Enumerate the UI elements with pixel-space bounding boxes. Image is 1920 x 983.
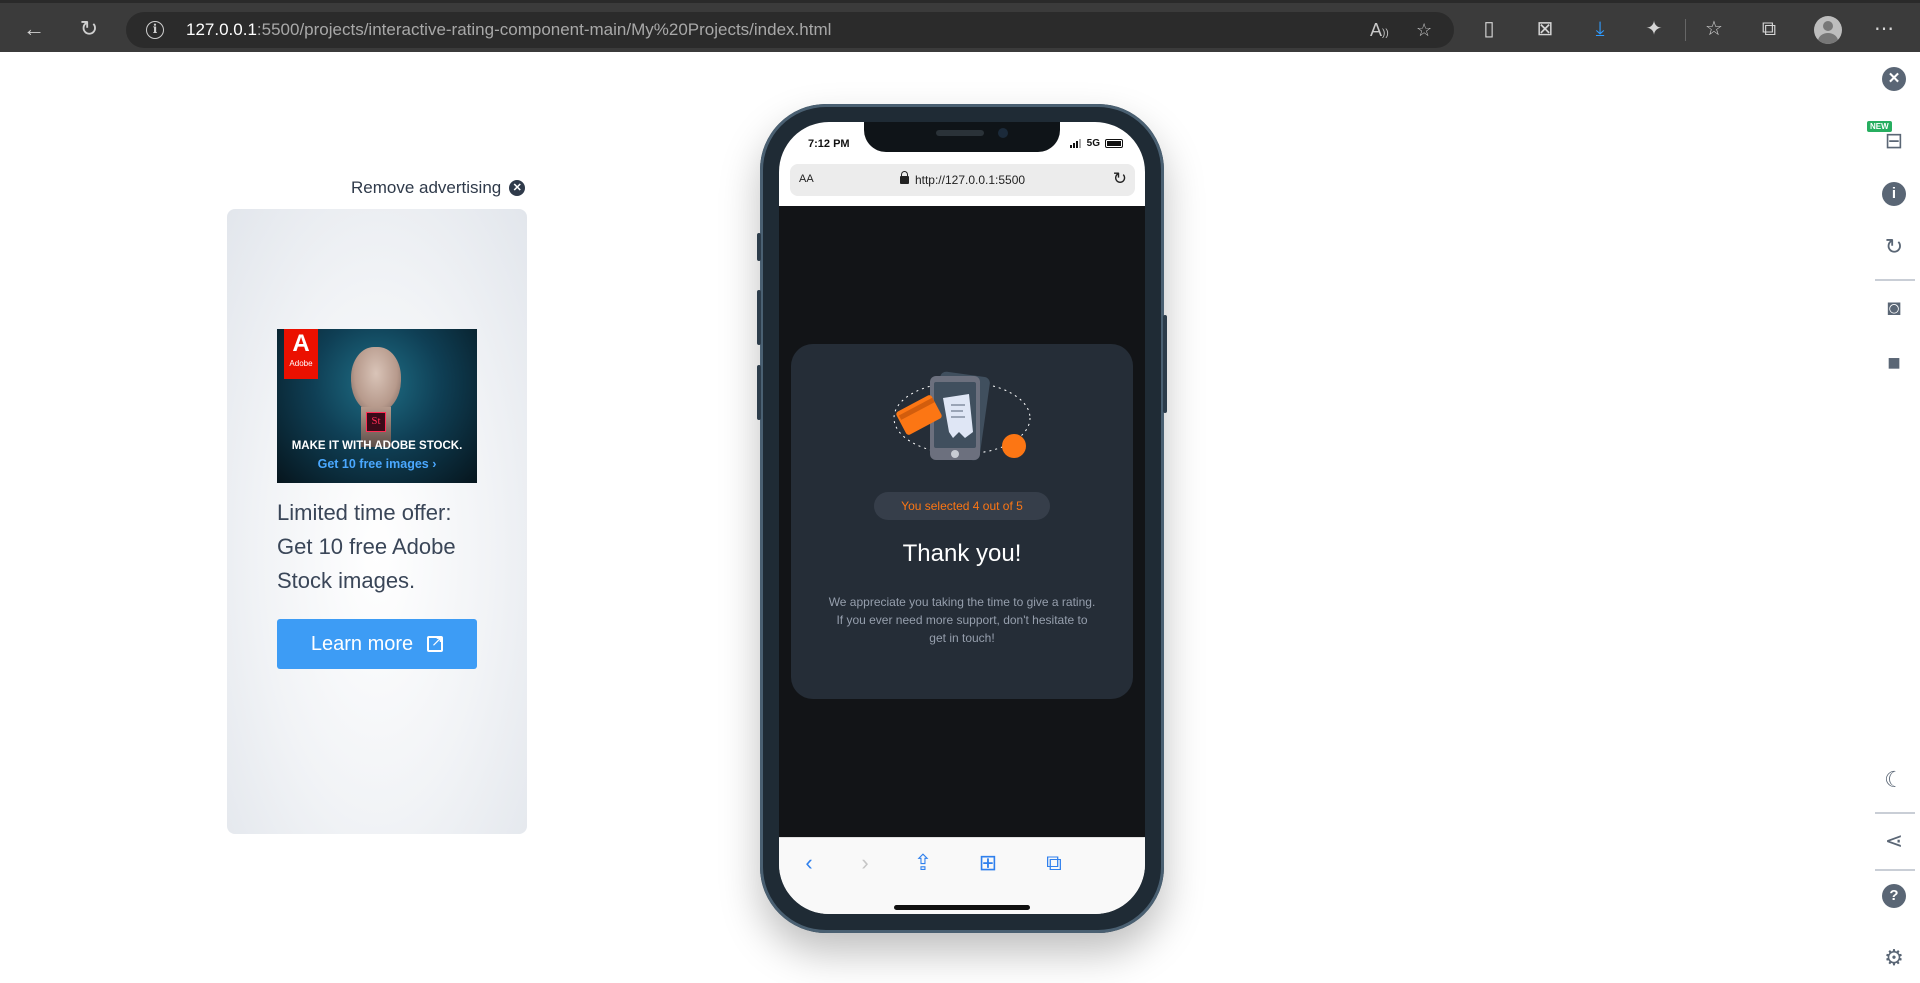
remove-advertising-label: Remove advertising bbox=[351, 178, 502, 197]
phone-volume-up bbox=[757, 290, 761, 345]
site-info-icon[interactable]: i bbox=[146, 21, 164, 39]
learn-more-button[interactable]: Learn more bbox=[277, 619, 477, 669]
video-icon[interactable]: ■ bbox=[1880, 349, 1908, 377]
back-icon[interactable]: ‹ bbox=[796, 850, 822, 876]
reload-icon[interactable]: ↻ bbox=[1113, 169, 1127, 189]
battery-icon bbox=[1105, 139, 1123, 148]
extensions-icon[interactable]: ✦ bbox=[1642, 17, 1666, 41]
forward-icon[interactable]: › bbox=[852, 850, 878, 876]
lock-icon bbox=[899, 171, 909, 184]
settings-icon[interactable]: ⚙ bbox=[1880, 944, 1908, 972]
more-menu-icon[interactable]: ⋯ bbox=[1872, 17, 1896, 41]
profile-avatar-icon[interactable] bbox=[1814, 16, 1842, 44]
learn-more-label: Learn more bbox=[310, 632, 414, 655]
payment-illustration-icon bbox=[893, 371, 1031, 461]
browser-toolbar: ← ↻ i 127.0.0.1:5500/projects/interactiv… bbox=[0, 0, 1920, 52]
ad-model-face bbox=[351, 347, 401, 413]
device-icon[interactable]: ⊟ bbox=[1880, 127, 1908, 155]
download-icon[interactable]: ⤓ bbox=[1588, 17, 1612, 41]
status-indicators: 5G bbox=[1069, 138, 1123, 149]
share-icon[interactable]: ⇪ bbox=[910, 850, 936, 876]
rotate-icon[interactable]: ↻ bbox=[1880, 233, 1908, 261]
external-link-icon bbox=[427, 633, 444, 652]
adobe-stock-badge: St bbox=[366, 412, 386, 432]
remove-advertising-link[interactable]: Remove advertising ✕ bbox=[351, 178, 526, 198]
close-icon[interactable]: ✕ bbox=[1882, 67, 1906, 91]
ad-image[interactable]: A Adobe St MAKE IT WITH ADOBE STOCK. Get… bbox=[277, 329, 477, 483]
phone-screen: 7:12 PM 5G AA http://127.0.0.1:5500 ↻ Yo… bbox=[779, 122, 1145, 914]
speaker-grille bbox=[936, 130, 984, 136]
read-aloud-icon[interactable]: A)) bbox=[1370, 20, 1389, 41]
moon-icon[interactable]: ☾ bbox=[1880, 766, 1908, 794]
safari-url[interactable]: http://127.0.0.1:5500 bbox=[790, 171, 1135, 187]
thank-you-card: You selected 4 out of 5 Thank you! We ap… bbox=[791, 344, 1133, 699]
refresh-icon[interactable]: ↻ bbox=[75, 15, 103, 43]
close-icon[interactable]: ✕ bbox=[509, 180, 526, 196]
sidebar-divider bbox=[1875, 812, 1915, 814]
favorites-icon[interactable]: ☆ bbox=[1702, 17, 1726, 41]
network-label: 5G bbox=[1086, 138, 1100, 149]
info-icon[interactable]: i bbox=[1882, 182, 1906, 206]
address-url[interactable]: 127.0.0.1:5500/projects/interactive-rati… bbox=[186, 20, 831, 40]
ad-headline: MAKE IT WITH ADOBE STOCK. bbox=[291, 440, 463, 452]
sidebar-divider bbox=[1875, 869, 1915, 871]
address-bar[interactable]: i 127.0.0.1:5500/projects/interactive-ra… bbox=[126, 12, 1454, 48]
home-indicator bbox=[894, 905, 1030, 910]
ad-subline: Get 10 free images › bbox=[317, 457, 437, 471]
bookmarks-icon[interactable]: ⊞ bbox=[975, 850, 1001, 876]
safari-toolbar: ‹ › ⇪ ⊞ ⧉ bbox=[779, 837, 1145, 914]
front-camera bbox=[998, 128, 1008, 138]
excel-extension-icon[interactable]: ⊠ bbox=[1533, 17, 1557, 41]
camera-icon[interactable]: ◙ bbox=[1880, 294, 1908, 322]
tabs-icon[interactable]: ⧉ bbox=[1041, 850, 1067, 876]
thank-you-title: Thank you! bbox=[902, 540, 1022, 567]
status-time: 7:12 PM bbox=[808, 138, 850, 150]
sidebar-divider bbox=[1875, 279, 1915, 281]
collections-icon[interactable]: ⧉ bbox=[1757, 17, 1781, 41]
rating-page: You selected 4 out of 5 Thank you! We ap… bbox=[779, 206, 1145, 837]
back-icon[interactable]: ← bbox=[20, 15, 48, 43]
signal-icon bbox=[1069, 139, 1082, 148]
selected-rating-badge: You selected 4 out of 5 bbox=[874, 492, 1050, 520]
phone-power-button bbox=[1163, 315, 1167, 413]
phone-silent-switch bbox=[757, 233, 761, 261]
help-icon[interactable]: ? bbox=[1882, 884, 1906, 908]
phone-notch bbox=[864, 122, 1060, 152]
add-favorite-icon[interactable]: ☆ bbox=[1416, 20, 1432, 41]
phone-extension-icon[interactable]: ▯ bbox=[1477, 17, 1501, 41]
toolbar-divider bbox=[1685, 19, 1686, 41]
share-icon[interactable]: ⋖ bbox=[1880, 827, 1908, 855]
safari-address-bar[interactable]: AA http://127.0.0.1:5500 ↻ bbox=[790, 164, 1135, 196]
advertisement: A Adobe St MAKE IT WITH ADOBE STOCK. Get… bbox=[227, 209, 527, 834]
thank-you-message: We appreciate you taking the time to giv… bbox=[828, 595, 1096, 645]
phone-volume-down bbox=[757, 365, 761, 420]
ad-body-text: Limited time offer: Get 10 free Adobe St… bbox=[277, 500, 456, 593]
adobe-logo: A Adobe bbox=[284, 329, 318, 379]
